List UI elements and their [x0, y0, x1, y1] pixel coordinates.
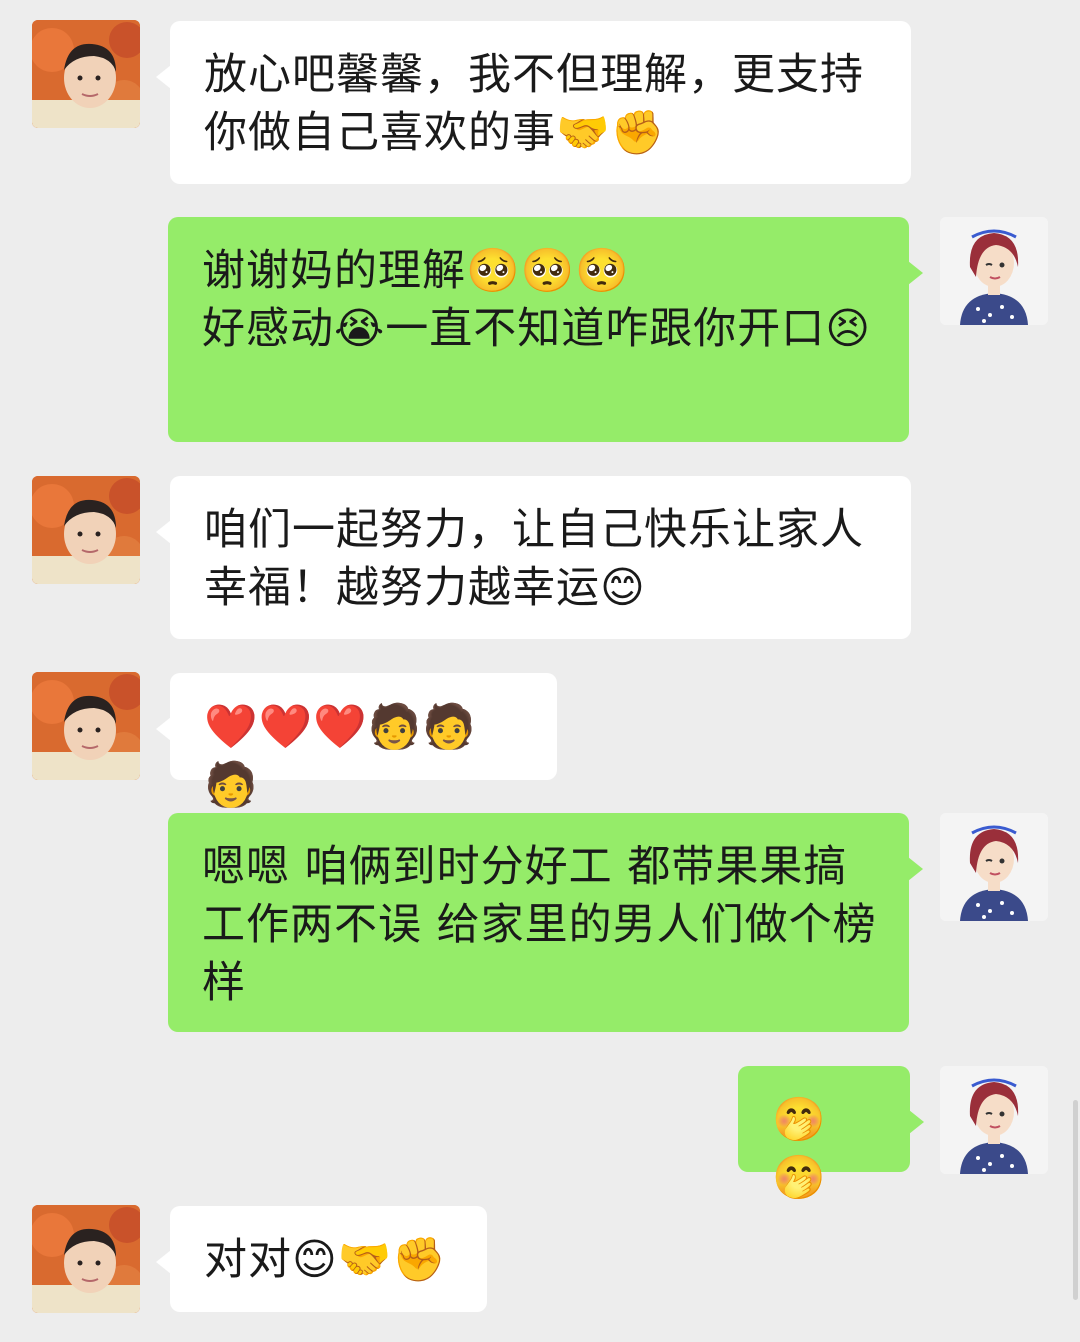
message-bubble[interactable]: ❤️❤️❤️🧑🧑🧑 — [156, 673, 557, 810]
message-bubble[interactable]: 嗯嗯 咱俩到时分好工 都带果果搞工作两不误 给家里的男人们做个榜样 — [168, 813, 923, 1032]
message-bubble[interactable]: 咱们一起努力，让自己快乐让家人幸福！越努力越幸运😊 — [156, 476, 911, 639]
mom-avatar[interactable] — [32, 672, 140, 780]
scrollbar[interactable] — [1073, 1100, 1078, 1300]
message-text: 咱们一起努力，让自己快乐让家人幸福！越努力越幸运😊 — [204, 505, 864, 613]
user-avatar[interactable] — [940, 1066, 1048, 1174]
message-text: 对对😊🤝✊ — [204, 1235, 447, 1285]
message-bubble[interactable]: 放心吧馨馨，我不但理解，更支持你做自己喜欢的事🤝✊ — [156, 21, 911, 184]
message-text: 嗯嗯 咱俩到时分好工 都带果果搞工作两不误 给家里的男人们做个榜样 — [202, 842, 877, 1008]
message-bubble[interactable]: 🤭🤭 — [738, 1066, 924, 1203]
user-avatar[interactable] — [940, 813, 1048, 921]
mom-avatar[interactable] — [32, 1205, 140, 1313]
mom-avatar[interactable] — [32, 20, 140, 128]
message-text: 谢谢妈的理解🥺🥺🥺 好感动😭一直不知道咋跟你开口😣 — [202, 246, 872, 354]
user-avatar[interactable] — [940, 217, 1048, 325]
message-bubble[interactable]: 对对😊🤝✊ — [156, 1206, 487, 1312]
chat-message-list[interactable]: 放心吧馨馨，我不但理解，更支持你做自己喜欢的事🤝✊ 谢谢妈的理解🥺🥺🥺 好感动😭… — [0, 0, 1080, 1342]
message-text: 放心吧馨馨，我不但理解，更支持你做自己喜欢的事🤝✊ — [204, 50, 864, 158]
mom-avatar[interactable] — [32, 476, 140, 584]
message-text: 🤭🤭 — [772, 1095, 827, 1203]
message-text: ❤️❤️❤️🧑🧑🧑 — [204, 702, 477, 810]
message-bubble[interactable]: 谢谢妈的理解🥺🥺🥺 好感动😭一直不知道咋跟你开口😣 — [168, 217, 923, 442]
